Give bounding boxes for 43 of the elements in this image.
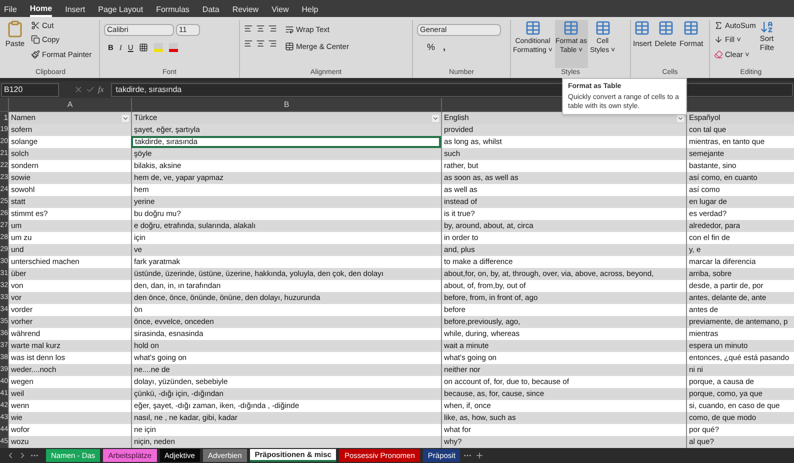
menu-tab[interactable]: Formulas xyxy=(156,2,190,17)
filter-button[interactable] xyxy=(432,114,439,122)
align-right-icon[interactable] xyxy=(268,39,277,48)
name-box[interactable]: B120 xyxy=(1,82,59,96)
enter-icon[interactable] xyxy=(86,85,95,94)
table-icon xyxy=(524,20,541,36)
menu-tab[interactable]: Insert xyxy=(65,2,86,17)
arrow-down-icon xyxy=(714,35,723,44)
menu-tab[interactable]: File xyxy=(4,2,17,17)
next-sheet-icon[interactable] xyxy=(18,451,27,460)
paintbrush-icon xyxy=(31,50,40,59)
sigma-icon xyxy=(714,21,723,30)
align-left-icon[interactable] xyxy=(244,39,253,48)
font-color-icon[interactable] xyxy=(169,43,178,52)
cells-icon xyxy=(658,20,674,36)
percent-button[interactable]: % xyxy=(427,42,436,52)
menu-tab[interactable]: Page Layout xyxy=(98,2,144,17)
merge-icon xyxy=(285,42,294,52)
cancel-icon[interactable] xyxy=(74,85,83,94)
column-header[interactable]: A xyxy=(67,98,73,111)
align-center-icon[interactable] xyxy=(256,39,265,48)
cells-icon xyxy=(634,20,650,36)
insert-function-button[interactable]: fx xyxy=(98,84,104,96)
scissors-icon xyxy=(31,21,40,30)
add-sheet-icon[interactable] xyxy=(475,451,484,460)
column-header[interactable]: B xyxy=(284,98,290,111)
copy-icon xyxy=(31,35,40,44)
eraser-icon xyxy=(714,50,723,59)
table-icon xyxy=(563,20,580,36)
filter-button[interactable] xyxy=(122,114,129,122)
wrap-icon xyxy=(285,25,294,34)
previous-sheet-icon[interactable] xyxy=(6,451,15,460)
menu-tab[interactable]: Data xyxy=(202,2,220,17)
menu-tab[interactable]: Review xyxy=(232,2,259,17)
menu-tab[interactable]: Help xyxy=(302,2,318,17)
cells-icon xyxy=(683,20,700,36)
table-icon xyxy=(594,20,611,36)
menu-tab[interactable]: View xyxy=(272,2,289,17)
borders-icon[interactable] xyxy=(139,43,148,52)
comma-button[interactable]: , xyxy=(443,42,446,52)
fill-color-icon[interactable] xyxy=(154,43,164,52)
paste-icon xyxy=(6,20,24,38)
sort-icon xyxy=(760,20,774,34)
